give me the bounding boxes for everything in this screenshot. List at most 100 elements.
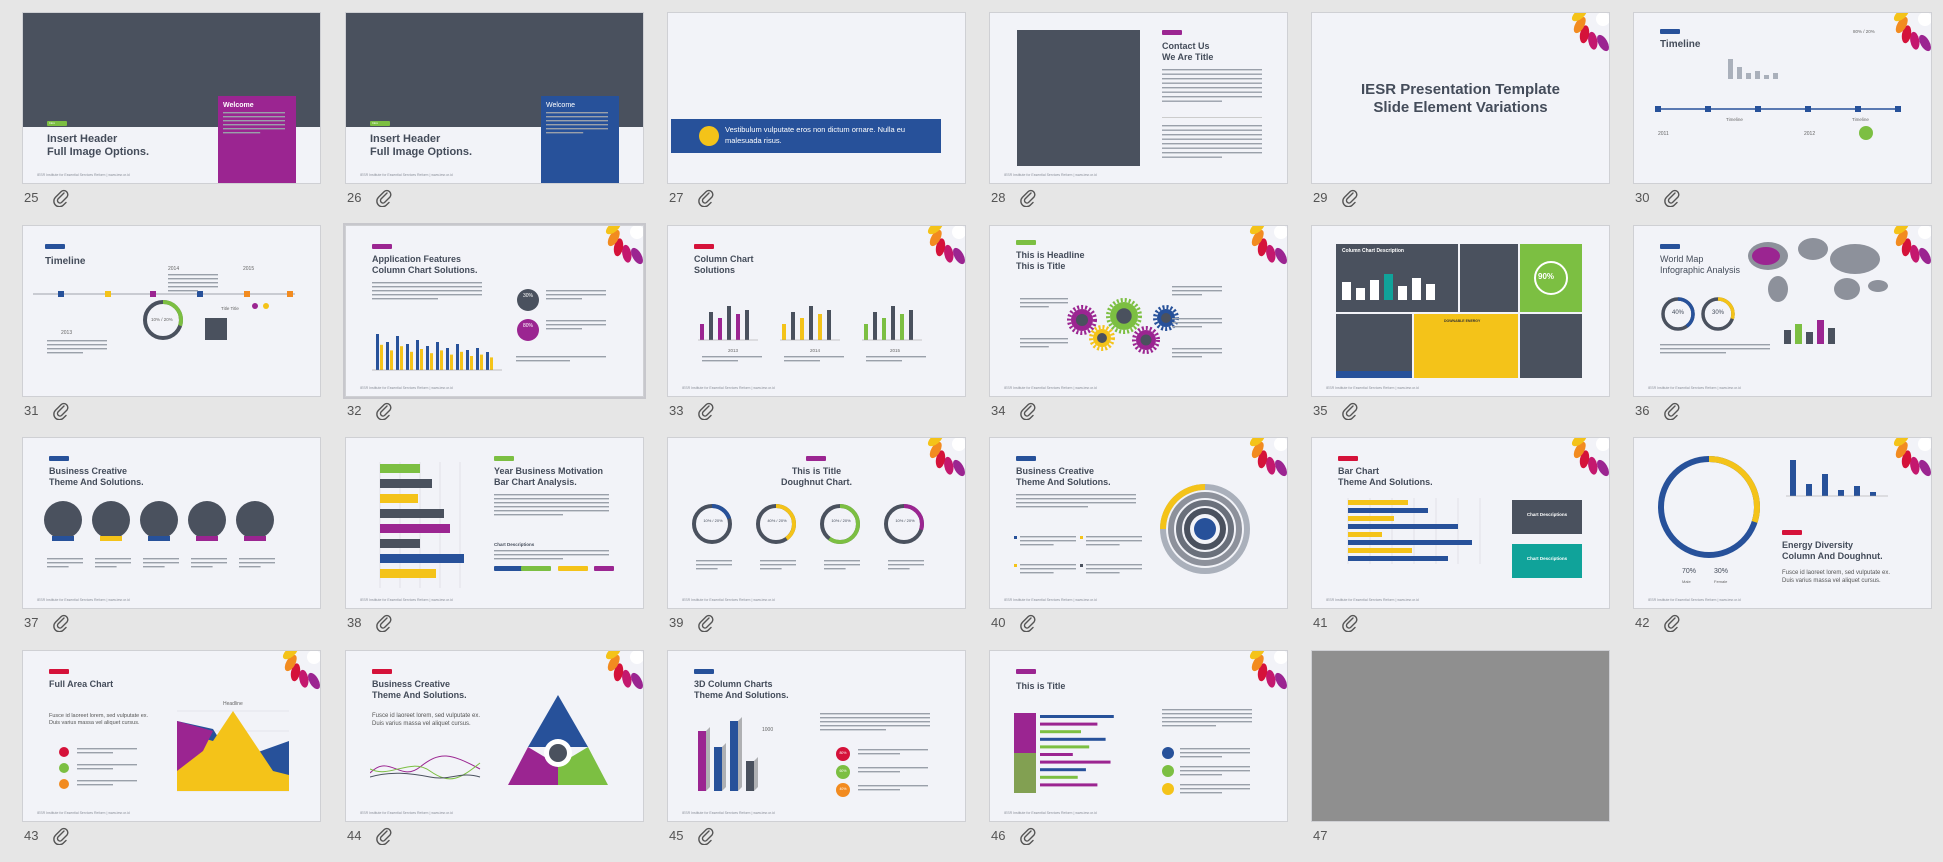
- text-line: [95, 566, 117, 568]
- timeline-node: [1655, 106, 1661, 112]
- text-line: [168, 286, 218, 288]
- slide-thumbnail[interactable]: Business Creative Theme And Solutions. IE…: [22, 437, 321, 609]
- chart-bar: [1348, 508, 1428, 513]
- paperclip-icon[interactable]: [1341, 189, 1359, 207]
- slide-thumbnail[interactable]: Application Features Column Chart Soluti…: [343, 223, 646, 399]
- paperclip-icon[interactable]: [697, 402, 715, 420]
- paperclip-icon[interactable]: [697, 827, 715, 845]
- slide-thumbnail[interactable]: Business Creative Theme And Solutions. IE…: [989, 437, 1288, 609]
- paperclip-icon[interactable]: [1019, 402, 1037, 420]
- slide-thumbnail[interactable]: Business Creative Theme And Solutions. Fu…: [345, 650, 644, 822]
- slide-thumbnail[interactable]: World Map Infographic Analysis 40% 30% IESR…: [1633, 225, 1932, 397]
- slide-title: Insert Header Full Image Options.: [47, 133, 150, 159]
- slide-sorter-grid: Welcome Intro Insert Header Full Image Opt…: [0, 0, 1943, 854]
- paperclip-icon[interactable]: [697, 614, 715, 632]
- splash-center: [1274, 438, 1287, 451]
- paperclip-icon[interactable]: [52, 614, 70, 632]
- info-tile: [1336, 314, 1412, 378]
- paperclip-icon[interactable]: [1019, 614, 1037, 632]
- text-line: [702, 356, 762, 358]
- slide-thumbnail[interactable]: Timeline 2011 2012 Timeline Timeline 80% / 20…: [1633, 12, 1932, 184]
- slide-thumbnail[interactable]: Vestibulum vulputate eros non dictum orn…: [667, 12, 966, 184]
- chart-bar: [1348, 524, 1458, 529]
- section-tag: [806, 456, 826, 461]
- tile-title: Column Chart Description: [1342, 248, 1404, 254]
- slide-title: This is Title: [1016, 681, 1066, 691]
- slide-cell: Year Business Motivation Bar Chart Analy…: [345, 437, 667, 649]
- body-text-lines: [546, 112, 608, 134]
- paperclip-icon[interactable]: [375, 189, 393, 207]
- circle-value: 80%: [522, 323, 533, 329]
- section-tag: [372, 244, 392, 249]
- chart-bar: [909, 310, 913, 340]
- chart-bar: [727, 306, 731, 340]
- slide-thumbnail[interactable]: Contact Us We Are Title IESR Institute fo…: [989, 12, 1288, 184]
- text-line: [546, 298, 582, 300]
- slide-thumbnail[interactable]: Full Area Chart Fusce id laoreet lorem, s…: [22, 650, 321, 822]
- text-line: [223, 128, 285, 130]
- paperclip-icon[interactable]: [1341, 614, 1359, 632]
- slide-thumbnail[interactable]: This is Headline This is Title IESR Insti…: [989, 225, 1288, 397]
- chart-bar: [380, 344, 383, 370]
- slide-thumbnail[interactable]: Bar Chart Theme And Solutions. Chart Desc…: [1311, 437, 1610, 609]
- text-line: [494, 498, 609, 500]
- divider: [1162, 117, 1262, 118]
- chart-bar: [1348, 532, 1382, 537]
- text-line: [858, 749, 928, 751]
- paperclip-icon[interactable]: [697, 189, 715, 207]
- timeline-node: [1805, 106, 1811, 112]
- text-line: [372, 294, 482, 296]
- paperclip-icon[interactable]: [375, 614, 393, 632]
- body-text-lines: [1180, 784, 1250, 794]
- paperclip-icon[interactable]: [375, 827, 393, 845]
- slide-thumbnail[interactable]: [1311, 650, 1610, 822]
- slide-thumbnail[interactable]: Year Business Motivation Bar Chart Analy…: [345, 437, 644, 609]
- slide-thumbnail[interactable]: This is Title Doughnut Chart. 10% / 20% 40…: [667, 437, 966, 609]
- text-line: [168, 290, 198, 292]
- slide-thumbnail[interactable]: 3D Column Charts Theme And Solutions. 100…: [667, 650, 966, 822]
- timeline-node: [287, 291, 293, 297]
- text-line: [1086, 536, 1142, 538]
- line-series: [370, 755, 481, 774]
- text-line: [1162, 73, 1262, 75]
- text-line: [760, 560, 796, 562]
- text-line: [1020, 298, 1068, 300]
- gear-hub: [1075, 313, 1089, 327]
- paperclip-icon[interactable]: [52, 827, 70, 845]
- text-line: [1180, 774, 1222, 776]
- slide-thumbnail[interactable]: 70% Male 30% Female Energy Diversity Column …: [1633, 437, 1932, 609]
- paperclip-icon[interactable]: [1019, 189, 1037, 207]
- body-text-lines: [1180, 766, 1250, 776]
- info-tile: [1520, 314, 1582, 378]
- timeline-year: 2012: [1804, 131, 1816, 137]
- paperclip-icon[interactable]: [1341, 402, 1359, 420]
- legend-dot: [59, 779, 69, 789]
- slide-title: Contact Us We Are Title: [1162, 41, 1214, 62]
- slide-thumbnail[interactable]: Welcome Intro Insert Header Full Image Opt…: [22, 12, 321, 184]
- slide-thumbnail[interactable]: Timeline 2013 2014 2015 10% / 20% Title Title: [22, 225, 321, 397]
- text-line: [1172, 348, 1222, 350]
- slide-thumbnail[interactable]: This is Title IESR Institute for Essentia…: [989, 650, 1288, 822]
- legend-chip: [494, 566, 524, 571]
- text-line: [1172, 290, 1222, 292]
- paperclip-icon[interactable]: [1663, 402, 1681, 420]
- text-line: [1020, 544, 1054, 546]
- text-line: [858, 753, 900, 755]
- slide-thumbnail[interactable]: IESR Presentation Template Slide Element…: [1311, 12, 1610, 184]
- slide-thumbnail[interactable]: Welcome Intro Insert Header Full Image Opt…: [345, 12, 644, 184]
- paperclip-icon[interactable]: [1019, 827, 1037, 845]
- column-chart: [372, 334, 502, 371]
- paperclip-icon[interactable]: [52, 402, 70, 420]
- text-line: [1162, 78, 1262, 80]
- paperclip-icon[interactable]: [1663, 189, 1681, 207]
- text-line: [546, 120, 608, 122]
- slide-thumbnail[interactable]: Column Chart Description 90% DOWNABLE ENER…: [1311, 225, 1610, 397]
- paperclip-icon[interactable]: [375, 402, 393, 420]
- chart-bar: [1040, 730, 1081, 734]
- chart-bar: [476, 348, 479, 370]
- chart-bar: [1040, 753, 1073, 756]
- paperclip-icon[interactable]: [52, 189, 70, 207]
- slide-thumbnail[interactable]: Column Chart Solutions 2013 2014 2015 IESR I…: [667, 225, 966, 397]
- paperclip-icon[interactable]: [1663, 614, 1681, 632]
- text-line: [824, 568, 846, 570]
